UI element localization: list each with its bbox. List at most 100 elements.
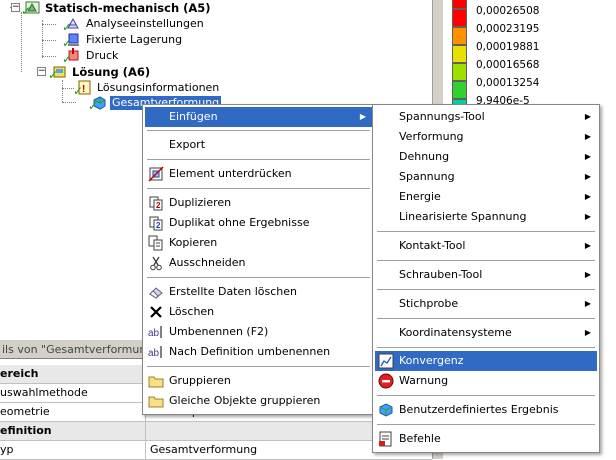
submenu-item-commands[interactable]: Befehle <box>375 429 597 449</box>
menu-item-label: Nach Definition umbenennen <box>169 345 331 358</box>
menu-item-label: Einfügen <box>169 110 218 123</box>
submenu-item-linearized-stress[interactable]: Linearisierte Spannung ▶ <box>375 207 597 227</box>
folder-icon <box>148 373 164 389</box>
details-row-value[interactable]: Gesamtverformung <box>148 441 257 459</box>
legend-color-swatch <box>452 81 467 99</box>
menu-item-label: Konvergenz <box>399 354 464 367</box>
tree-connector <box>42 24 56 25</box>
menu-item-group-similar-objects[interactable]: Gleiche Objekte gruppieren <box>145 391 372 411</box>
commands-icon <box>378 431 394 447</box>
fixed-support-icon: ✓ <box>62 32 81 49</box>
legend-value: 0,00013254 <box>476 77 540 89</box>
submenu-item-stress[interactable]: Spannung ▶ <box>375 167 597 187</box>
tree-node-fixed-support[interactable]: ✓ Fixierte Lagerung <box>62 32 184 50</box>
tree-node-solution-information[interactable]: ! ✓ Lösungsinformationen <box>73 80 221 97</box>
svg-text:ab: ab <box>148 328 160 339</box>
pressure-icon: ✓ <box>62 48 81 65</box>
menu-separator <box>377 260 595 262</box>
collapse-toggle[interactable]: − <box>11 3 20 12</box>
collapse-toggle[interactable]: − <box>37 67 46 76</box>
warning-stop-icon <box>378 373 394 389</box>
submenu-item-bolt-tool[interactable]: Schrauben-Tool ▶ <box>375 265 597 285</box>
tree-connector <box>21 12 22 72</box>
submenu-item-coordinate-systems[interactable]: Koordinatensysteme ▶ <box>375 323 597 343</box>
details-group-definition[interactable]: efinition <box>0 422 432 441</box>
submenu-item-strain[interactable]: Dehnung ▶ <box>375 147 597 167</box>
menu-item-copy[interactable]: Kopieren <box>145 233 372 253</box>
submenu-arrow-icon: ▶ <box>359 112 366 121</box>
menu-separator <box>147 277 370 279</box>
submenu-item-user-defined-result[interactable]: Benutzerdefiniertes Ergebnis <box>375 400 597 420</box>
menu-item-label: Befehle <box>399 432 441 445</box>
context-menu: Einfügen ▶ Export Element unterdrücken 2… <box>142 104 375 415</box>
user-defined-result-icon <box>378 402 394 418</box>
menu-separator <box>377 318 595 320</box>
details-row-label: efinition <box>0 424 52 437</box>
tree-node-analysis-settings[interactable]: ✓ Analyseeinstellungen <box>62 16 206 34</box>
legend-value: 0,00023195 <box>476 23 540 35</box>
tree-node-static-structural[interactable]: ✓ Statisch-mechanisch (A5) <box>21 0 213 18</box>
submenu-item-energy[interactable]: Energie ▶ <box>375 187 597 207</box>
menu-item-cut[interactable]: Ausschneiden <box>145 253 372 273</box>
static-structural-icon: ✓ <box>21 0 40 17</box>
menu-item-label: Spannungs-Tool <box>399 110 485 123</box>
menu-separator <box>377 289 595 291</box>
menu-item-label: Erstellte Daten löschen <box>169 285 298 298</box>
menu-item-suppress[interactable]: Element unterdrücken <box>145 164 372 184</box>
copy-icon <box>148 235 164 251</box>
rename-icon: ab <box>148 324 164 340</box>
legend-color-swatch <box>452 45 467 63</box>
menu-separator <box>147 366 370 368</box>
details-row-type[interactable]: yp Gesamtverformung <box>0 441 432 460</box>
tree-node-pressure[interactable]: ✓ Druck <box>62 48 120 65</box>
menu-item-clear-generated-data[interactable]: Erstellte Daten löschen <box>145 282 372 302</box>
legend-value: 0,00019881 <box>476 41 540 53</box>
submenu-item-convergence[interactable]: Konvergenz <box>375 351 597 371</box>
menu-item-duplicate-without-results[interactable]: 2 Duplikat ohne Ergebnisse <box>145 213 372 233</box>
menu-item-label: Kontakt-Tool <box>399 239 466 252</box>
total-deformation-icon: ✓ <box>88 95 107 112</box>
legend-value: 0,00016568 <box>476 59 540 71</box>
analysis-settings-icon: ✓ <box>62 16 81 33</box>
menu-item-duplicate[interactable]: 2 Duplizieren <box>145 193 372 213</box>
menu-item-label: Duplikat ohne Ergebnisse <box>169 216 310 229</box>
menu-item-label: Löschen <box>169 305 215 318</box>
scissors-icon <box>148 255 164 271</box>
menu-item-label: Koordinatensysteme <box>399 326 512 339</box>
submenu-item-probe[interactable]: Stichprobe ▶ <box>375 294 597 314</box>
tree-node-solution[interactable]: ✓ Lösung (A6) <box>48 64 152 82</box>
menu-item-rename[interactable]: ab Umbenennen (F2) <box>145 322 372 342</box>
menu-item-label: Duplizieren <box>169 196 232 209</box>
menu-item-label: Dehnung <box>399 150 450 163</box>
submenu-arrow-icon: ▶ <box>584 328 591 337</box>
details-row-label: uswahlmethode <box>0 386 88 399</box>
duplicate-icon: 2 <box>148 195 164 211</box>
folder-icon <box>148 393 164 409</box>
details-row-label: yp <box>0 443 14 456</box>
submenu-arrow-icon: ▶ <box>584 241 591 250</box>
submenu-item-contact-tool[interactable]: Kontakt-Tool ▶ <box>375 236 597 256</box>
menu-item-rename-based-on-definition[interactable]: ab Nach Definition umbenennen <box>145 342 372 362</box>
menu-item-label: Export <box>169 138 206 151</box>
menu-item-insert[interactable]: Einfügen ▶ <box>145 107 372 127</box>
legend-color-swatch <box>452 9 467 27</box>
convergence-icon <box>378 353 394 369</box>
details-row-label: eometrie <box>0 405 50 418</box>
tree-connector <box>42 40 56 41</box>
menu-separator <box>377 395 595 397</box>
menu-separator <box>377 424 595 426</box>
menu-separator <box>377 347 595 349</box>
insert-submenu: Spannungs-Tool ▶ Verformung ▶ Dehnung ▶ … <box>372 104 600 453</box>
submenu-arrow-icon: ▶ <box>584 112 591 121</box>
menu-separator <box>147 159 370 161</box>
menu-item-export[interactable]: Export <box>145 135 372 155</box>
menu-item-label: Element unterdrücken <box>169 167 292 180</box>
menu-item-group[interactable]: Gruppieren <box>145 371 372 391</box>
submenu-arrow-icon: ▶ <box>584 132 591 141</box>
submenu-item-warning[interactable]: Warnung <box>375 371 597 391</box>
submenu-item-stress-tool[interactable]: Spannungs-Tool ▶ <box>375 107 597 127</box>
menu-item-delete[interactable]: Löschen <box>145 302 372 322</box>
submenu-arrow-icon: ▶ <box>584 172 591 181</box>
menu-item-label: Kopieren <box>169 236 218 249</box>
submenu-item-deformation[interactable]: Verformung ▶ <box>375 127 597 147</box>
